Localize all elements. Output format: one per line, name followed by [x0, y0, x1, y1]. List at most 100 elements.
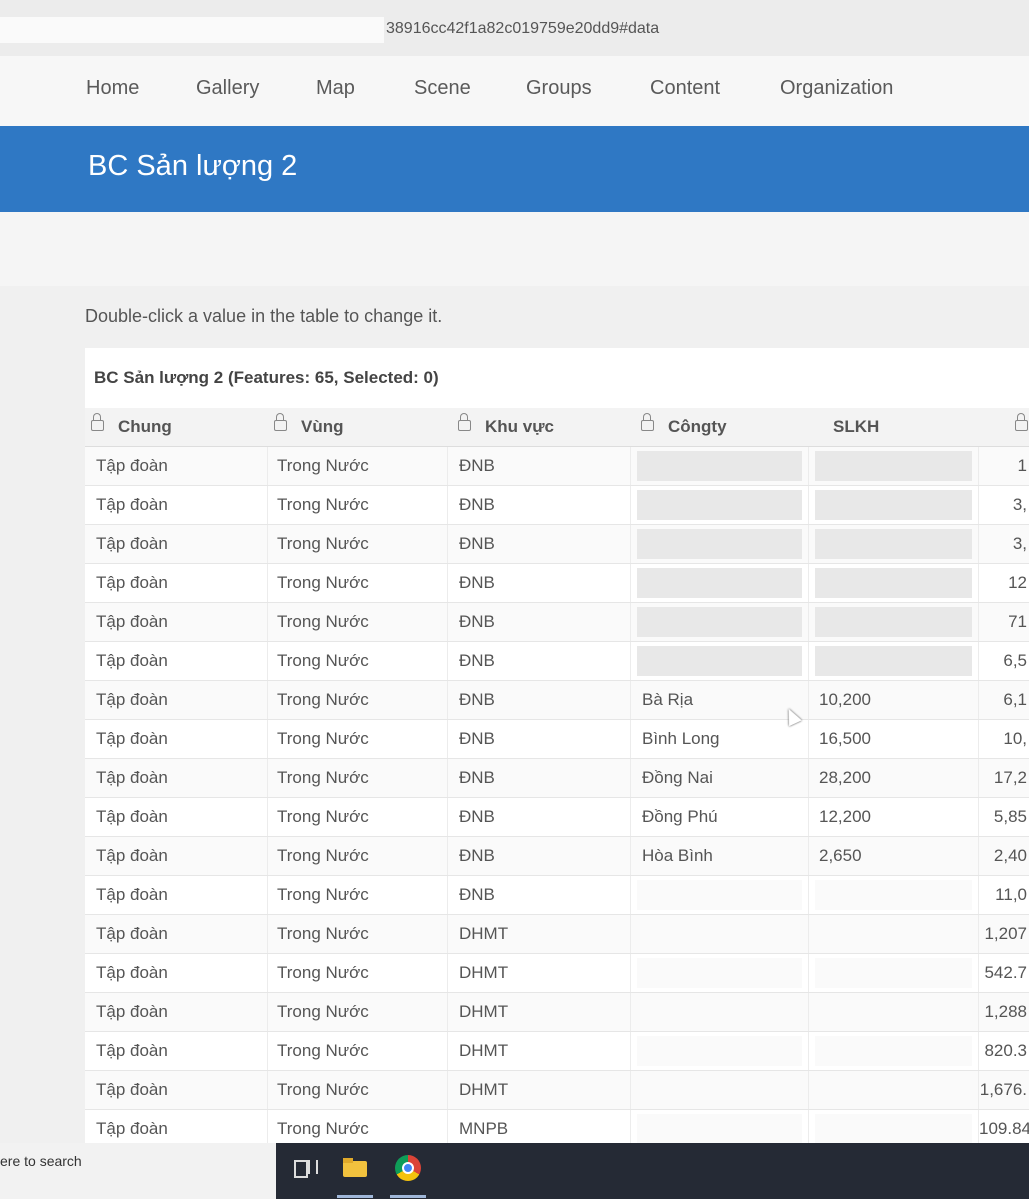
- table-row[interactable]: Tập đoàn Trong Nước ĐNB 6,5: [85, 642, 1029, 681]
- cell-chung[interactable]: Tập đoàn: [85, 798, 268, 836]
- cell-vung[interactable]: Trong Nước: [268, 564, 448, 602]
- cell-chung[interactable]: Tập đoàn: [85, 447, 268, 485]
- cell-vung[interactable]: Trong Nước: [268, 486, 448, 524]
- cell-vung[interactable]: Trong Nước: [268, 1032, 448, 1070]
- cell-slkh[interactable]: 2,650: [809, 837, 979, 875]
- column-header-congty[interactable]: Côngty: [641, 408, 727, 446]
- cell-khuvuc[interactable]: ĐNB: [448, 837, 631, 875]
- table-row[interactable]: Tập đoàn Trong Nước ĐNB 3,: [85, 486, 1029, 525]
- cell-slkh[interactable]: [809, 915, 979, 953]
- cell-next[interactable]: 3,: [979, 486, 1029, 524]
- cell-congty[interactable]: [631, 1110, 809, 1143]
- cell-vung[interactable]: Trong Nước: [268, 837, 448, 875]
- cell-next[interactable]: 1,207: [979, 915, 1029, 953]
- cell-khuvuc[interactable]: ĐNB: [448, 447, 631, 485]
- cell-slkh[interactable]: [809, 1110, 979, 1143]
- cell-khuvuc[interactable]: ĐNB: [448, 798, 631, 836]
- cell-slkh[interactable]: 12,200: [809, 798, 979, 836]
- column-header-vung[interactable]: Vùng: [274, 408, 344, 446]
- table-row[interactable]: Tập đoàn Trong Nước ĐNB Đồng Nai 28,200 17,2: [85, 759, 1029, 798]
- table-row[interactable]: Tập đoàn Trong Nước ĐNB Hòa Bình 2,650 2,40: [85, 837, 1029, 876]
- cell-slkh[interactable]: 28,200: [809, 759, 979, 797]
- cell-chung[interactable]: Tập đoàn: [85, 720, 268, 758]
- cell-congty[interactable]: [631, 447, 809, 485]
- cell-next[interactable]: 820.3: [979, 1032, 1029, 1070]
- cell-congty[interactable]: [631, 915, 809, 953]
- cell-vung[interactable]: Trong Nước: [268, 915, 448, 953]
- cell-congty[interactable]: Hòa Bình: [631, 837, 809, 875]
- cell-slkh[interactable]: [809, 1071, 979, 1109]
- cell-chung[interactable]: Tập đoàn: [85, 759, 268, 797]
- cell-vung[interactable]: Trong Nước: [268, 798, 448, 836]
- nav-groups[interactable]: Groups: [526, 77, 592, 100]
- cell-vung[interactable]: Trong Nước: [268, 1110, 448, 1143]
- table-row[interactable]: Tập đoàn Trong Nước DHMT 820.3: [85, 1032, 1029, 1071]
- cell-next[interactable]: 542.7: [979, 954, 1029, 992]
- table-row[interactable]: Tập đoàn Trong Nước DHMT 1,207: [85, 915, 1029, 954]
- cell-khuvuc[interactable]: DHMT: [448, 954, 631, 992]
- table-row[interactable]: Tập đoàn Trong Nước ĐNB 1: [85, 447, 1029, 486]
- cell-slkh[interactable]: [809, 1032, 979, 1070]
- cell-slkh[interactable]: [809, 564, 979, 602]
- cell-next[interactable]: 11,0: [979, 876, 1029, 914]
- file-explorer-icon[interactable]: [340, 1153, 370, 1183]
- column-header-khuvuc[interactable]: Khu vực: [458, 408, 554, 446]
- cell-slkh[interactable]: 16,500: [809, 720, 979, 758]
- cell-khuvuc[interactable]: ĐNB: [448, 759, 631, 797]
- table-row[interactable]: Tập đoàn Trong Nước ĐNB Bình Long 16,500 10,: [85, 720, 1029, 759]
- cell-slkh[interactable]: [809, 486, 979, 524]
- cell-next[interactable]: 10,: [979, 720, 1029, 758]
- table-row[interactable]: Tập đoàn Trong Nước ĐNB 3,: [85, 525, 1029, 564]
- cell-khuvuc[interactable]: ĐNB: [448, 681, 631, 719]
- table-row[interactable]: Tập đoàn Trong Nước ĐNB 12: [85, 564, 1029, 603]
- cell-next[interactable]: 1: [979, 447, 1029, 485]
- cell-congty[interactable]: [631, 1071, 809, 1109]
- cell-next[interactable]: 1,288: [979, 993, 1029, 1031]
- cell-khuvuc[interactable]: DHMT: [448, 993, 631, 1031]
- cell-chung[interactable]: Tập đoàn: [85, 915, 268, 953]
- cell-vung[interactable]: Trong Nước: [268, 603, 448, 641]
- cell-next[interactable]: 6,1: [979, 681, 1029, 719]
- cell-congty[interactable]: [631, 876, 809, 914]
- nav-organization[interactable]: Organization: [780, 77, 893, 100]
- nav-map[interactable]: Map: [316, 77, 355, 100]
- cell-khuvuc[interactable]: ĐNB: [448, 876, 631, 914]
- cell-congty[interactable]: Bình Long: [631, 720, 809, 758]
- column-header-next[interactable]: [1015, 408, 1029, 446]
- cell-next[interactable]: 6,5: [979, 642, 1029, 680]
- url-text[interactable]: 38916cc42f1a82c019759e20dd9#data: [386, 20, 659, 38]
- cell-khuvuc[interactable]: DHMT: [448, 1071, 631, 1109]
- chrome-icon[interactable]: [393, 1153, 423, 1183]
- cell-next[interactable]: 12: [979, 564, 1029, 602]
- cell-slkh[interactable]: [809, 993, 979, 1031]
- taskbar-search[interactable]: ere to search: [0, 1143, 276, 1199]
- cell-vung[interactable]: Trong Nước: [268, 993, 448, 1031]
- nav-scene[interactable]: Scene: [414, 77, 471, 100]
- cell-chung[interactable]: Tập đoàn: [85, 1032, 268, 1070]
- cell-vung[interactable]: Trong Nước: [268, 720, 448, 758]
- cell-vung[interactable]: Trong Nước: [268, 642, 448, 680]
- table-row[interactable]: Tập đoàn Trong Nước MNPB 109.84: [85, 1110, 1029, 1143]
- cell-next[interactable]: 5,85: [979, 798, 1029, 836]
- cell-vung[interactable]: Trong Nước: [268, 525, 448, 563]
- cell-congty[interactable]: Đồng Phú: [631, 798, 809, 836]
- cell-chung[interactable]: Tập đoàn: [85, 642, 268, 680]
- cell-vung[interactable]: Trong Nước: [268, 681, 448, 719]
- table-row[interactable]: Tập đoàn Trong Nước DHMT 542.7: [85, 954, 1029, 993]
- cell-next[interactable]: 1,676.: [979, 1071, 1029, 1109]
- cell-slkh[interactable]: 10,200: [809, 681, 979, 719]
- cell-slkh[interactable]: [809, 447, 979, 485]
- cell-chung[interactable]: Tập đoàn: [85, 1071, 268, 1109]
- cell-chung[interactable]: Tập đoàn: [85, 876, 268, 914]
- cell-next[interactable]: 71: [979, 603, 1029, 641]
- cell-khuvuc[interactable]: ĐNB: [448, 720, 631, 758]
- cell-slkh[interactable]: [809, 954, 979, 992]
- cell-chung[interactable]: Tập đoàn: [85, 681, 268, 719]
- cell-vung[interactable]: Trong Nước: [268, 954, 448, 992]
- cell-congty[interactable]: [631, 1032, 809, 1070]
- cell-slkh[interactable]: [809, 525, 979, 563]
- cell-vung[interactable]: Trong Nước: [268, 876, 448, 914]
- cell-next[interactable]: 17,2: [979, 759, 1029, 797]
- table-row[interactable]: Tập đoàn Trong Nước ĐNB Bà Rịa 10,200 6,1: [85, 681, 1029, 720]
- table-row[interactable]: Tập đoàn Trong Nước DHMT 1,288: [85, 993, 1029, 1032]
